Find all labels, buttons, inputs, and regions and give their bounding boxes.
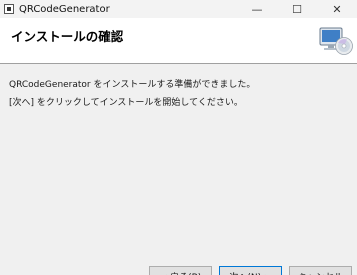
- window-title: QRCodeGenerator: [19, 3, 110, 15]
- instruction-message: [次へ] をクリックしてインストールを開始してください。: [9, 98, 243, 108]
- header-banner: インストールの確認: [0, 18, 357, 64]
- page-title: インストールの確認: [11, 29, 124, 44]
- next-button[interactable]: 次へ(N) >: [219, 266, 282, 275]
- cancel-button[interactable]: キャンセル: [289, 266, 352, 275]
- installer-window: QRCodeGenerator — ☐ ✕ インストールの確認 QRCodeGe…: [0, 0, 357, 275]
- close-button[interactable]: ✕: [317, 0, 357, 18]
- window-controls: — ☐ ✕: [237, 0, 357, 18]
- computer-disc-icon: [319, 27, 353, 55]
- minimize-button[interactable]: —: [237, 0, 277, 18]
- app-icon: [4, 4, 14, 14]
- title-bar[interactable]: QRCodeGenerator — ☐ ✕: [0, 0, 357, 18]
- back-button[interactable]: < 戻る(B): [149, 266, 212, 275]
- maximize-button[interactable]: ☐: [277, 0, 317, 18]
- ready-message: QRCodeGenerator をインストールする準備ができました。: [9, 80, 256, 90]
